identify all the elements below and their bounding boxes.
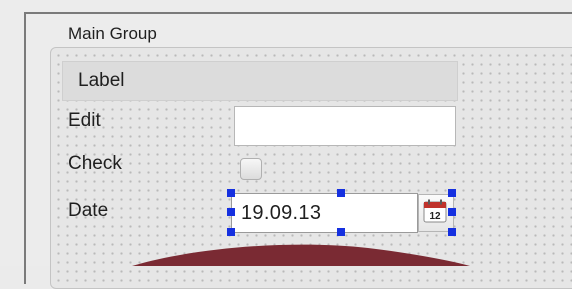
- frame-corner: [550, 12, 572, 14]
- calendar-icon: 12: [423, 199, 447, 223]
- selection-handle-top-middle[interactable]: [337, 189, 345, 197]
- selection-handle-bottom-left[interactable]: [227, 228, 235, 236]
- date-field-value: 19.09.13: [241, 202, 322, 224]
- calendar-day: 12: [429, 211, 441, 222]
- check-checkbox[interactable]: [240, 158, 262, 180]
- date-label: Date: [68, 200, 109, 221]
- check-label: Check: [68, 153, 122, 174]
- edit-field[interactable]: [234, 106, 456, 146]
- selection-handle-top-left[interactable]: [227, 189, 235, 197]
- label-widget-text: Label: [78, 70, 125, 91]
- selection-handle-bottom-right[interactable]: [448, 228, 456, 236]
- selection-handle-top-right[interactable]: [448, 189, 456, 197]
- selection-handle-middle-left[interactable]: [227, 208, 235, 216]
- group-title: Main Group: [68, 24, 157, 43]
- selection-handle-bottom-middle[interactable]: [337, 228, 345, 236]
- selection-handle-middle-right[interactable]: [448, 208, 456, 216]
- edit-label: Edit: [68, 110, 101, 131]
